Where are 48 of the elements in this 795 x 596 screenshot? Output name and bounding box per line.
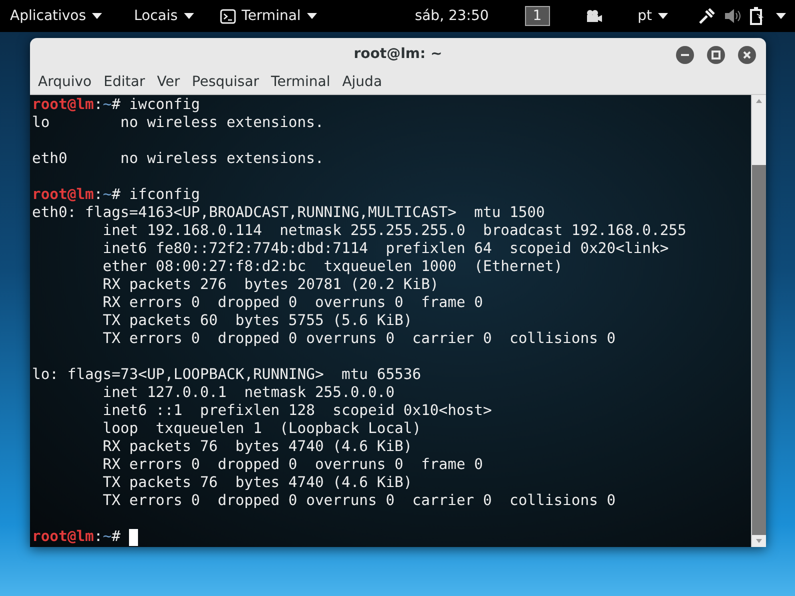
menu-item[interactable]: Ajuda <box>336 74 388 90</box>
output-line: RX packets 76 bytes 4740 (4.6 KiB) <box>102 438 412 456</box>
output-line: TX packets 60 bytes 5755 (5.6 KiB) <box>102 312 412 330</box>
output-line: inet 127.0.0.1 netmask 255.0.0.0 <box>102 384 395 402</box>
menu-item[interactable]: Arquivo <box>32 74 98 90</box>
command-line: root@lm:~# iwconfig <box>32 96 200 114</box>
top-menu[interactable]: Locais <box>124 0 204 32</box>
battery-icon[interactable] <box>750 7 764 25</box>
clock[interactable]: sáb, 23:50 <box>414 8 489 24</box>
maximize-icon <box>711 50 721 60</box>
command-line: root@lm:~# <box>32 528 120 546</box>
caret-icon <box>306 13 317 19</box>
language-menu[interactable]: pt <box>628 0 678 32</box>
caret-icon <box>658 13 668 19</box>
output-line: inet 192.168.0.114 netmask 255.255.255.0 broadcast 192.168.0.255 <box>102 222 686 240</box>
minimize-button[interactable] <box>676 46 694 64</box>
output-line: TX packets 76 bytes 4740 (4.6 KiB) <box>102 474 412 492</box>
output-line: RX errors 0 dropped 0 overruns 0 frame 0 <box>102 294 483 312</box>
output-line: RX errors 0 dropped 0 overruns 0 frame 0 <box>102 456 483 474</box>
menu-item[interactable]: Pesquisar <box>186 74 266 90</box>
output-line: lo: flags=73<UP,LOOPBACK,RUNNING> mtu 65536 <box>32 366 422 384</box>
terminal-icon <box>220 8 236 24</box>
menu-item[interactable]: Terminal <box>265 74 336 90</box>
caret-icon <box>92 13 102 19</box>
output-line: inet6 fe80::72f2:774b:dbd:7114 prefixlen 64 scopeid 0x20<link> <box>102 240 669 258</box>
network-icon[interactable] <box>698 7 716 25</box>
output-line: loop txqueuelen 1 (Loopback Local) <box>102 420 422 438</box>
window-title: root@lm: ~ <box>354 46 442 62</box>
output-line: TX errors 0 dropped 0 overruns 0 carrier 0 collisions 0 <box>102 330 616 348</box>
caret-icon[interactable] <box>776 13 786 19</box>
top-menu[interactable]: Terminal <box>210 0 327 32</box>
output-line: inet6 ::1 prefixlen 128 scopeid 0x10<host> <box>102 402 492 420</box>
output-line: eth0 no wireless extensions. <box>32 150 324 168</box>
output-line: ether 08:00:27:f8:d2:bc txqueuelen 1000 (Ethernet) <box>102 258 563 276</box>
top-menu[interactable]: Aplicativos <box>0 0 112 32</box>
close-button[interactable] <box>738 46 756 64</box>
close-icon <box>742 50 752 60</box>
volume-icon[interactable] <box>724 8 742 24</box>
output-line: eth0: flags=4163<UP,BROADCAST,RUNNING,MULTICAST> mtu 1500 <box>32 204 545 222</box>
menu-item[interactable]: Editar <box>98 74 152 90</box>
workspace-indicator[interactable]: 1 <box>524 6 550 26</box>
output-line: RX packets 276 bytes 20781 (20.2 KiB) <box>102 276 439 294</box>
output-line: lo no wireless extensions. <box>32 114 324 132</box>
command-line: root@lm:~# ifconfig <box>32 186 200 204</box>
maximize-button[interactable] <box>707 46 725 64</box>
menu-item[interactable]: Ver <box>151 74 186 90</box>
output-line: TX errors 0 dropped 0 overruns 0 carrier 0 collisions 0 <box>102 492 616 510</box>
caret-icon <box>184 13 194 19</box>
